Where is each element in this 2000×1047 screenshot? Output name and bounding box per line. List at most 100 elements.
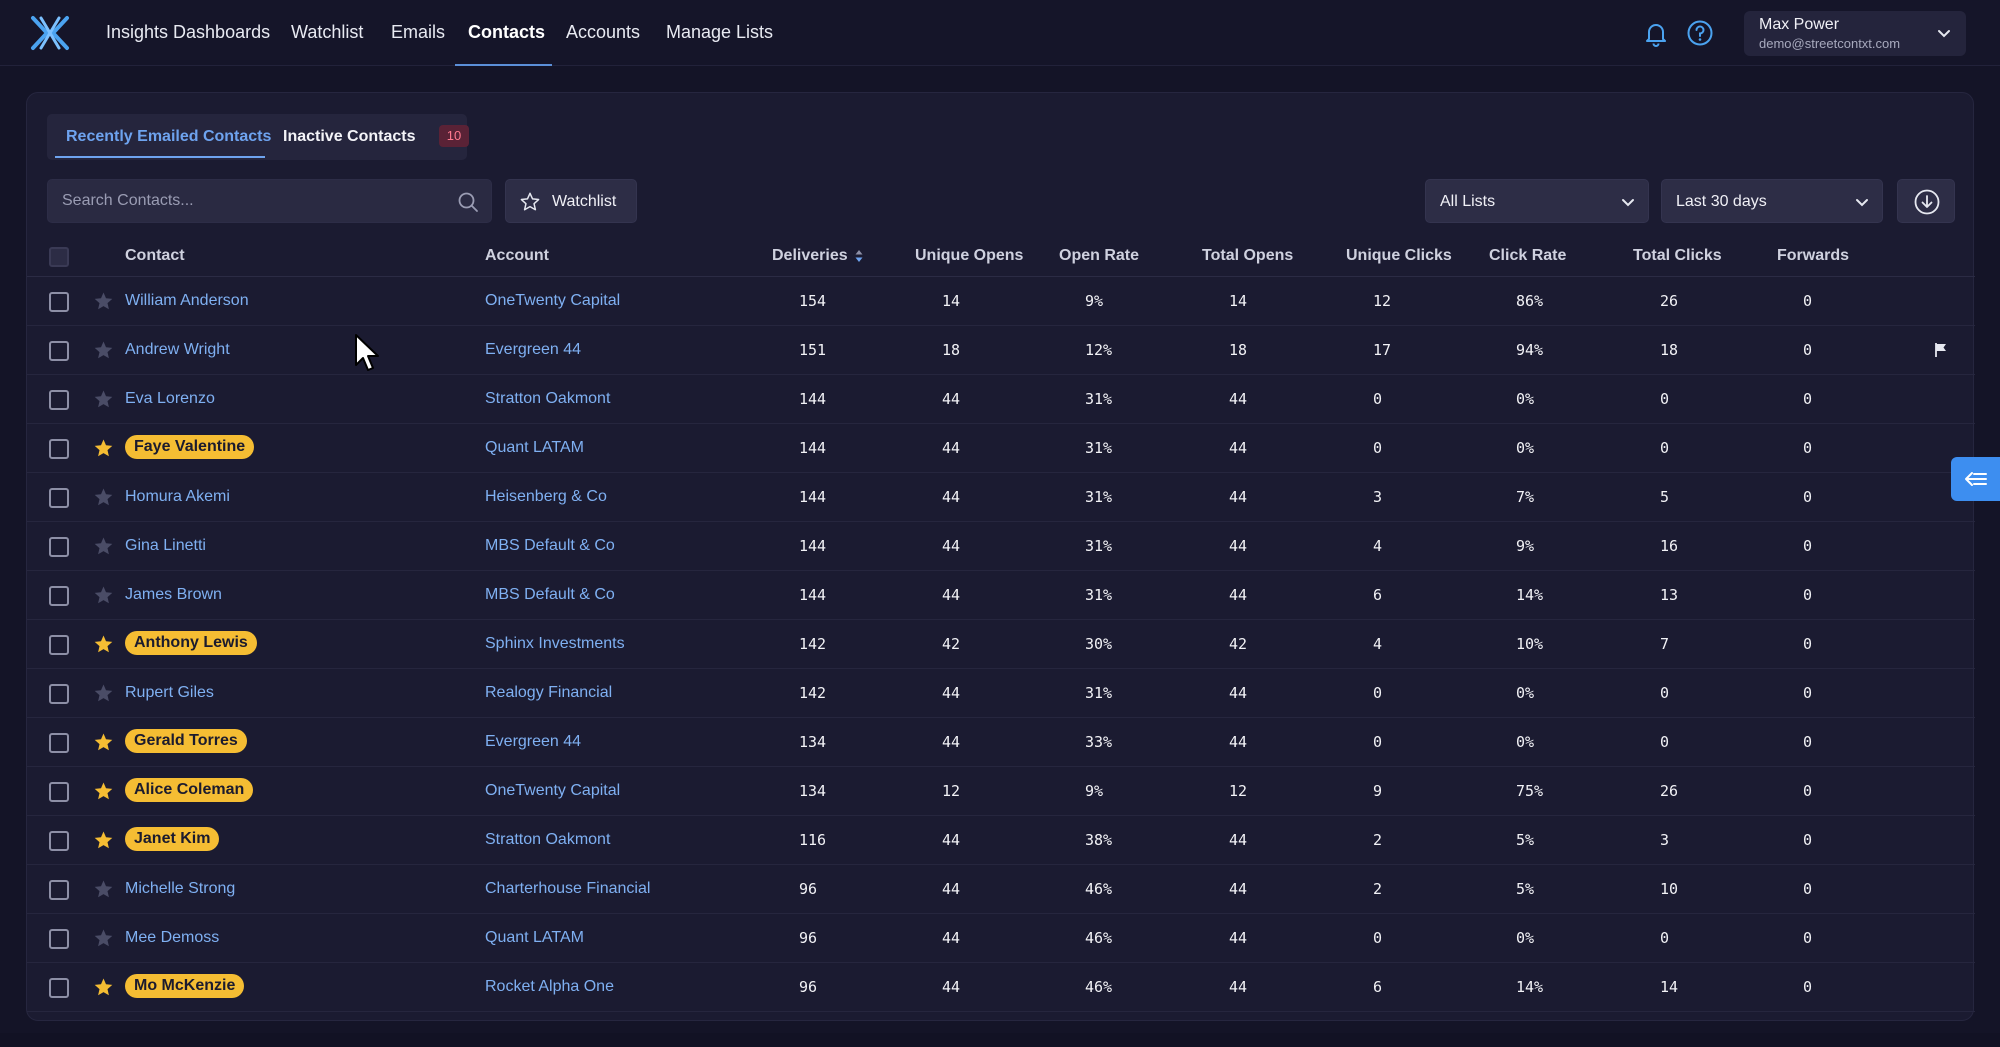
col-open-rate[interactable]: Open Rate <box>1059 247 1139 265</box>
table-row[interactable]: Anthony Lewis Sphinx Investments 142 42 30% 4… <box>27 620 1975 669</box>
contact-name-highlighted[interactable]: Gerald Torres <box>125 729 247 753</box>
table-row[interactable]: William Anderson OneTwenty Capital 154 14 9%… <box>27 277 1975 326</box>
search-input[interactable] <box>48 180 491 222</box>
account-link[interactable]: Heisenberg & Co <box>485 488 607 506</box>
account-link[interactable]: Quant LATAM <box>485 929 584 947</box>
contact-name-link[interactable]: Rupert Giles <box>125 684 214 702</box>
contact-name-link[interactable]: Homura Akemi <box>125 488 230 506</box>
star-icon[interactable] <box>93 977 114 998</box>
row-checkbox[interactable] <box>49 831 69 851</box>
star-icon[interactable] <box>93 536 114 557</box>
table-row[interactable]: Andrew Wright Evergreen 44 151 18 12% 18 17 94%… <box>27 326 1975 375</box>
star-icon[interactable] <box>93 487 114 508</box>
tab-recently-emailed[interactable]: Recently Emailed Contacts <box>66 128 271 146</box>
nav-watchlist[interactable]: Watchlist <box>291 22 363 43</box>
contact-name-link[interactable]: Andrew Wright <box>125 341 230 359</box>
account-link[interactable]: OneTwenty Capital <box>485 782 620 800</box>
table-row[interactable]: Faye Valentine Quant LATAM 144 44 31% 44 0 0% 0 0 <box>27 424 1975 473</box>
table-row[interactable]: Eva Lorenzo Stratton Oakmont 144 44 31% 44 0 0%… <box>27 375 1975 424</box>
table-row[interactable]: Mee Demoss Quant LATAM 96 44 46% 44 0 0% 0 0 <box>27 914 1975 963</box>
account-link[interactable]: OneTwenty Capital <box>485 292 620 310</box>
star-icon[interactable] <box>93 732 114 753</box>
side-panel-toggle[interactable] <box>1951 457 2000 501</box>
table-row[interactable]: Gerald Torres Evergreen 44 134 44 33% 44 0 0% 0 0 <box>27 718 1975 767</box>
star-icon[interactable] <box>93 585 114 606</box>
contact-name-highlighted[interactable]: Mo McKenzie <box>125 974 245 998</box>
table-row[interactable]: Michelle Strong Charterhouse Financial 96 4… <box>27 865 1975 914</box>
row-checkbox[interactable] <box>49 586 69 606</box>
star-icon[interactable] <box>93 340 114 361</box>
row-checkbox[interactable] <box>49 782 69 802</box>
table-row[interactable]: Rupert Giles Realogy Financial 142 44 31% 44 0… <box>27 669 1975 718</box>
row-checkbox[interactable] <box>49 537 69 557</box>
watchlist-filter-button[interactable]: Watchlist <box>505 179 637 223</box>
row-checkbox[interactable] <box>49 635 69 655</box>
row-checkbox[interactable] <box>49 929 69 949</box>
star-icon[interactable] <box>93 683 114 704</box>
user-menu[interactable]: Max Power demo@streetcontxt.com <box>1744 11 1966 56</box>
account-link[interactable]: Rocket Alpha One <box>485 978 614 996</box>
row-checkbox[interactable] <box>49 684 69 704</box>
row-checkbox[interactable] <box>49 390 69 410</box>
account-link[interactable]: Realogy Financial <box>485 684 612 702</box>
star-icon[interactable] <box>93 389 114 410</box>
account-link[interactable]: MBS Default & Co <box>485 537 615 555</box>
star-icon[interactable] <box>93 438 114 459</box>
table-row[interactable]: Mo McKenzie Rocket Alpha One 96 44 46% 44 6 14%… <box>27 963 1975 1012</box>
col-total-clicks[interactable]: Total Clicks <box>1633 247 1722 265</box>
contact-name-highlighted[interactable]: Alice Coleman <box>125 778 254 802</box>
account-link[interactable]: Evergreen 44 <box>485 733 581 751</box>
star-icon[interactable] <box>93 634 114 655</box>
row-checkbox[interactable] <box>49 292 69 312</box>
select-all-checkbox[interactable] <box>49 247 69 267</box>
contact-name-highlighted[interactable]: Anthony Lewis <box>125 631 257 655</box>
row-checkbox[interactable] <box>49 488 69 508</box>
nav-insights-dashboards[interactable]: Insights Dashboards <box>106 22 270 43</box>
table-row[interactable]: Homura Akemi Heisenberg & Co 144 44 31% 44 3 7%… <box>27 473 1975 522</box>
help-icon[interactable] <box>1685 18 1715 48</box>
nav-contacts[interactable]: Contacts <box>468 22 545 43</box>
row-checkbox[interactable] <box>49 341 69 361</box>
contact-name-link[interactable]: James Brown <box>125 586 222 604</box>
star-icon[interactable] <box>93 291 114 312</box>
col-forwards[interactable]: Forwards <box>1777 247 1849 265</box>
date-range-dropdown[interactable]: Last 30 days <box>1661 179 1883 223</box>
tab-inactive-contacts[interactable]: Inactive Contacts <box>283 128 415 146</box>
table-row[interactable]: James Brown MBS Default & Co 144 44 31% 44 6 14… <box>27 571 1975 620</box>
contact-name-link[interactable]: Mee Demoss <box>125 929 219 947</box>
row-checkbox[interactable] <box>49 733 69 753</box>
col-unique-clicks[interactable]: Unique Clicks <box>1346 247 1452 265</box>
col-contact[interactable]: Contact <box>125 247 185 265</box>
account-link[interactable]: Stratton Oakmont <box>485 831 610 849</box>
flag-icon[interactable] <box>1933 342 1949 358</box>
nav-emails[interactable]: Emails <box>391 22 445 43</box>
col-account[interactable]: Account <box>485 247 549 265</box>
contact-name-link[interactable]: Michelle Strong <box>125 880 235 898</box>
contact-name-link[interactable]: William Anderson <box>125 292 249 310</box>
col-unique-opens[interactable]: Unique Opens <box>915 247 1023 265</box>
star-icon[interactable] <box>93 830 114 851</box>
download-button[interactable] <box>1897 179 1955 223</box>
star-icon[interactable] <box>93 781 114 802</box>
col-deliveries[interactable]: Deliveries <box>772 247 864 265</box>
lists-dropdown[interactable]: All Lists <box>1425 179 1649 223</box>
account-link[interactable]: Quant LATAM <box>485 439 584 457</box>
star-icon[interactable] <box>93 928 114 949</box>
contact-name-highlighted[interactable]: Faye Valentine <box>125 435 255 459</box>
table-row[interactable]: Janet Kim Stratton Oakmont 116 44 38% 44 2 5% 3 0 <box>27 816 1975 865</box>
account-link[interactable]: Sphinx Investments <box>485 635 625 653</box>
account-link[interactable]: Charterhouse Financial <box>485 880 650 898</box>
nav-accounts[interactable]: Accounts <box>566 22 640 43</box>
search-icon[interactable] <box>457 191 479 213</box>
contact-name-link[interactable]: Eva Lorenzo <box>125 390 215 408</box>
contact-name-link[interactable]: Gina Linetti <box>125 537 206 555</box>
account-link[interactable]: Evergreen 44 <box>485 341 581 359</box>
star-icon[interactable] <box>93 879 114 900</box>
account-link[interactable]: Stratton Oakmont <box>485 390 610 408</box>
account-link[interactable]: MBS Default & Co <box>485 586 615 604</box>
row-checkbox[interactable] <box>49 880 69 900</box>
sort-arrows-icon[interactable] <box>854 248 864 264</box>
col-total-opens[interactable]: Total Opens <box>1202 247 1293 265</box>
logo-icon[interactable] <box>30 14 70 52</box>
table-row[interactable]: Alice Coleman OneTwenty Capital 134 12 9% 12 9… <box>27 767 1975 816</box>
